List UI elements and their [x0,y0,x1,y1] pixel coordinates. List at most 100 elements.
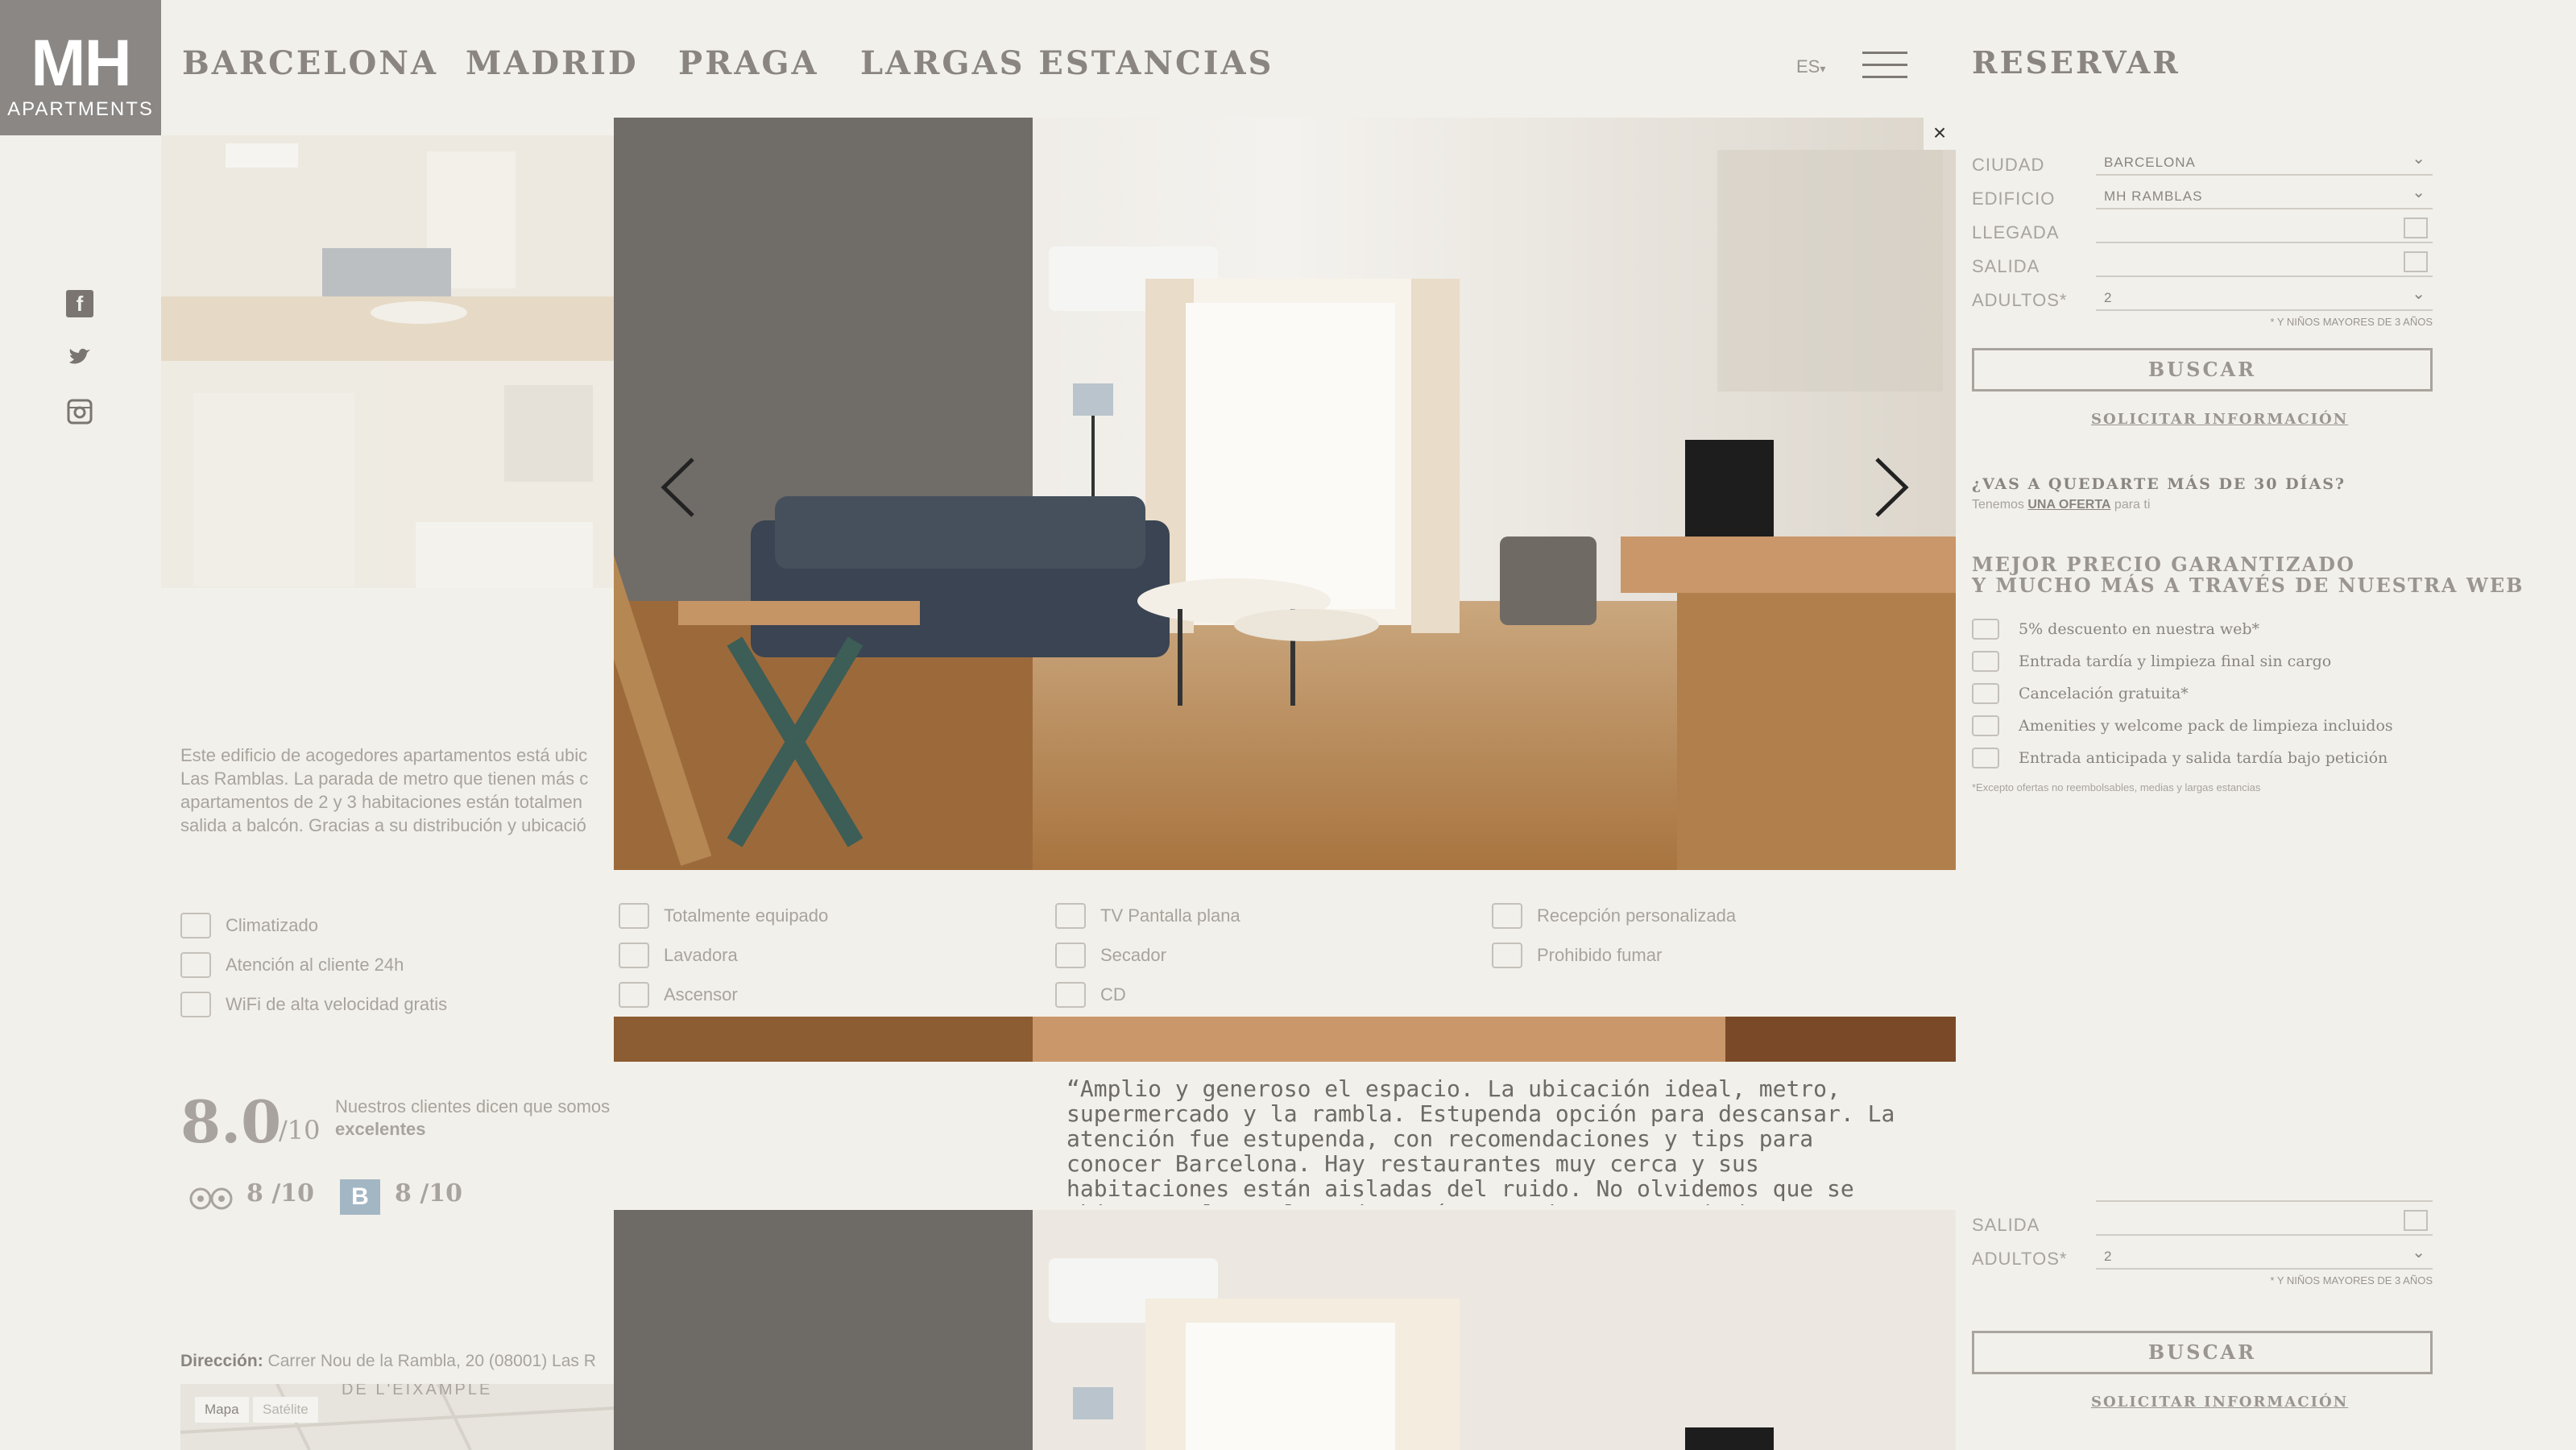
amenity-item: Recepción personalizada [1492,903,1736,929]
long-stay-offer-link[interactable]: UNA OFERTA [2027,498,2110,512]
description-line: Las Ramblas. La parada de metro que tien… [180,768,589,789]
elevator-icon [619,982,649,1008]
kitchen-icon [619,903,649,929]
description-line: salida a balcón. Gracias a su distribuci… [180,815,586,835]
amenity-item: Atención al cliente 24h [180,952,404,978]
departure-date-input[interactable] [2096,250,2433,277]
best-price-subtitle: Y MUCHO MÁS A TRAVÉS DE NUESTRA WEB [1972,574,2524,597]
close-icon[interactable]: × [1924,118,1956,150]
long-stay-question: ¿VAS A QUEDARTE MÁS DE 30 DÍAS? [1972,475,2346,493]
nav-largas-estancias[interactable]: LARGAS ESTANCIAS [860,44,1274,82]
arrival-field-cut[interactable] [2096,1186,2433,1202]
arrival-label: LLEGADA [1972,222,2060,242]
amenity-item: Secador [1055,942,1166,968]
building-select[interactable]: MH RAMBLAS ⌄ [2096,182,2433,209]
departure-label: SALIDA [1972,256,2040,276]
perk-item: Cancelación gratuita* [1972,683,2189,704]
request-info-link-lower[interactable]: SOLICITAR INFORMACIÓN [2091,1394,2348,1411]
city-row: CIUDAD BARCELONA ⌄ [1972,142,2433,176]
perk-item: Amenities y welcome pack de limpieza inc… [1972,715,2393,736]
adults-row: ADULTOS* 2 ⌄ [1972,277,2433,311]
perk-label: Amenities y welcome pack de limpieza inc… [2019,717,2393,735]
building-label: EDIFICIO [1972,188,2056,209]
departure-label: SALIDA [1972,1215,2040,1235]
amenity-label: Prohibido fumar [1537,945,1663,965]
support-24h-icon [180,952,211,978]
map-area-label: DE L'EIXAMPLE [342,1384,493,1398]
perk-label: Cancelación gratuita* [2019,685,2189,702]
city-select[interactable]: BARCELONA ⌄ [2096,148,2433,176]
twitter-icon[interactable] [66,343,93,371]
map-tab-satelite[interactable]: Satélite [253,1397,318,1423]
chevron-right-icon[interactable] [1861,451,1917,524]
amenity-label: Secador [1100,945,1166,965]
lightbox-photo-lower [614,1210,1956,1450]
rating-score: 8.0 [180,1088,282,1156]
gallery-strip[interactable] [614,1017,1956,1062]
amenity-item: Climatizado [180,913,318,938]
location-map[interactable]: DE L'EIXAMPLE Mapa Satélite [180,1384,615,1450]
calendar-out-icon[interactable] [2404,251,2428,272]
menu-icon[interactable] [1862,52,1907,79]
amenity-item: WiFi de alta velocidad gratis [180,992,447,1017]
gallery-thumb-living[interactable] [161,135,614,361]
chevron-left-icon[interactable] [652,451,709,524]
address: Dirección: Carrer Nou de la Rambla, 20 (… [180,1352,615,1371]
departure-row: SALIDA [1972,1202,2433,1236]
brand-logo[interactable]: MH APARTMENTS [0,0,161,135]
nav-barcelona[interactable]: BARCELONA [182,44,438,82]
amenity-label: Ascensor [664,984,738,1005]
amenity-item: CD [1055,982,1126,1008]
facebook-icon[interactable]: f [66,290,93,317]
tripadvisor-icon [187,1184,235,1212]
amenity-item: Ascensor [619,982,738,1008]
gallery-thumb-sink[interactable] [383,361,614,588]
description-line: Este edificio de acogedores apartamentos… [180,745,588,765]
perk-item: Entrada anticipada y salida tardía bajo … [1972,748,2388,768]
reservar-heading: RESERVAR [1972,44,2180,81]
arrival-date-input[interactable] [2096,216,2433,243]
search-button[interactable]: BUSCAR [1972,348,2433,392]
map-tab-mapa[interactable]: Mapa [195,1397,249,1423]
amenity-label: CD [1100,984,1126,1005]
nav-praga[interactable]: PRAGA [678,44,819,82]
adults-select[interactable]: 2 ⌄ [2096,284,2433,311]
amenity-label: WiFi de alta velocidad gratis [226,994,448,1014]
amenities-pack-icon [1972,715,1999,736]
adults-row: ADULTOS* 2 ⌄ [1972,1236,2433,1270]
logo-mark: MH [31,27,132,100]
instagram-icon[interactable] [66,398,93,425]
departure-row: SALIDA [1972,243,2433,277]
booking-rating: 8 /10 [395,1179,463,1208]
no-smoking-icon [1492,942,1522,968]
gallery-thumb-bath[interactable] [161,361,383,588]
lightbox-photo [614,118,1956,870]
wifi-icon [180,992,211,1017]
caret-down-icon: ▾ [1820,62,1826,75]
booking-form: CIUDAD BARCELONA ⌄ EDIFICIO MH RAMBLAS ⌄ L… [1972,142,2433,328]
search-button-lower[interactable]: BUSCAR [1972,1331,2433,1374]
nav-madrid[interactable]: MADRID [466,44,639,82]
amenity-item: TV Pantalla plana [1055,903,1240,929]
city-label: CIUDAD [1972,155,2045,175]
children-note: * Y NIÑOS MAYORES DE 3 AÑOS [2270,1274,2433,1286]
perk-item: Entrada tardía y limpieza final sin carg… [1972,651,2331,672]
request-info-link[interactable]: SOLICITAR INFORMACIÓN [2091,411,2348,428]
arrival-row: LLEGADA [1972,209,2433,243]
language-label: ES [1796,56,1820,77]
chevron-down-icon: ⌄ [2412,1244,2426,1262]
calendar-in-icon[interactable] [2404,218,2428,238]
amenity-label: TV Pantalla plana [1100,905,1240,926]
best-price-title: MEJOR PRECIO GARANTIZADO [1972,553,2355,576]
calendar-out-icon[interactable] [2404,1210,2428,1231]
long-stay-pre: Tenemos [1972,498,2028,512]
language-selector[interactable]: ES▾ [1796,56,1825,77]
amenity-label: Climatizado [226,915,318,935]
amenity-label: Lavadora [664,945,738,965]
adults-label: ADULTOS* [1972,290,2068,310]
description-line: apartamentos de 2 y 3 habitaciones están… [180,792,582,812]
adults-select[interactable]: 2 ⌄ [2096,1242,2433,1270]
address-label: Dirección: [180,1352,263,1370]
departure-date-input[interactable] [2096,1208,2433,1236]
perk-item: 5% descuento en nuestra web* [1972,619,2259,640]
